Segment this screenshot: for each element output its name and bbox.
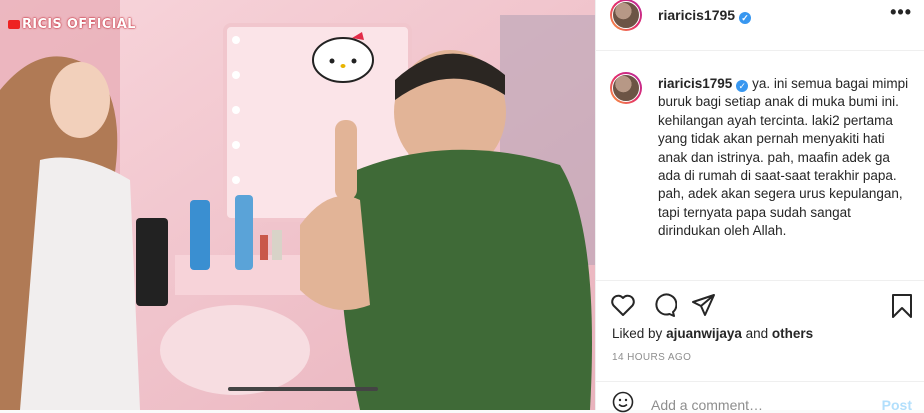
post-comment-button[interactable]: Post xyxy=(882,397,912,413)
post-actions: Liked by ajuanwijaya and others 14 HOURS… xyxy=(596,280,924,413)
header-username[interactable]: riaricis1795 ✓ xyxy=(658,7,752,24)
share-icon[interactable] xyxy=(691,293,717,317)
more-horizontal-icon[interactable]: ••• xyxy=(890,2,912,23)
channel-watermark: RICIS OFFICIAL xyxy=(8,17,136,32)
avatar[interactable] xyxy=(610,0,642,31)
caption-text: riaricis1795 ✓ ya. ini semua bagai mimpi … xyxy=(658,75,912,241)
heart-icon[interactable] xyxy=(610,293,636,317)
bookmark-icon[interactable] xyxy=(891,293,913,319)
verified-badge-icon: ✓ xyxy=(739,12,752,24)
caption-username[interactable]: riaricis1795 xyxy=(658,76,732,91)
video-progress-bar[interactable] xyxy=(228,387,378,391)
comment-icon[interactable] xyxy=(651,293,677,317)
caption-avatar[interactable] xyxy=(610,72,642,104)
likes-summary: Liked by ajuanwijaya and others xyxy=(612,326,814,341)
liked-by-user[interactable]: ajuanwijaya xyxy=(666,326,742,341)
comment-input[interactable]: Add a comment… xyxy=(651,397,763,413)
verified-badge-icon: ✓ xyxy=(736,80,749,92)
youtube-icon xyxy=(8,20,20,29)
post-sidebar: riaricis1795 ✓ ••• riaricis1795 ✓ ya. ini … xyxy=(596,0,924,413)
post-timestamp[interactable]: 14 HOURS AGO xyxy=(612,352,691,363)
post-caption: riaricis1795 ✓ ya. ini semua bagai mimpi … xyxy=(596,51,924,279)
video-frame xyxy=(0,0,595,410)
post-media-video[interactable]: RICIS OFFICIAL xyxy=(0,0,595,410)
liked-by-others[interactable]: others xyxy=(772,326,813,341)
post-header: riaricis1795 ✓ ••• xyxy=(596,0,924,51)
comment-box: Add a comment… Post xyxy=(596,381,924,413)
caption-body: ya. ini semua bagai mimpi buruk bagi set… xyxy=(658,76,909,239)
instagram-post: RICIS OFFICIAL riaricis1795 ✓ ••• riarici… xyxy=(0,0,924,413)
